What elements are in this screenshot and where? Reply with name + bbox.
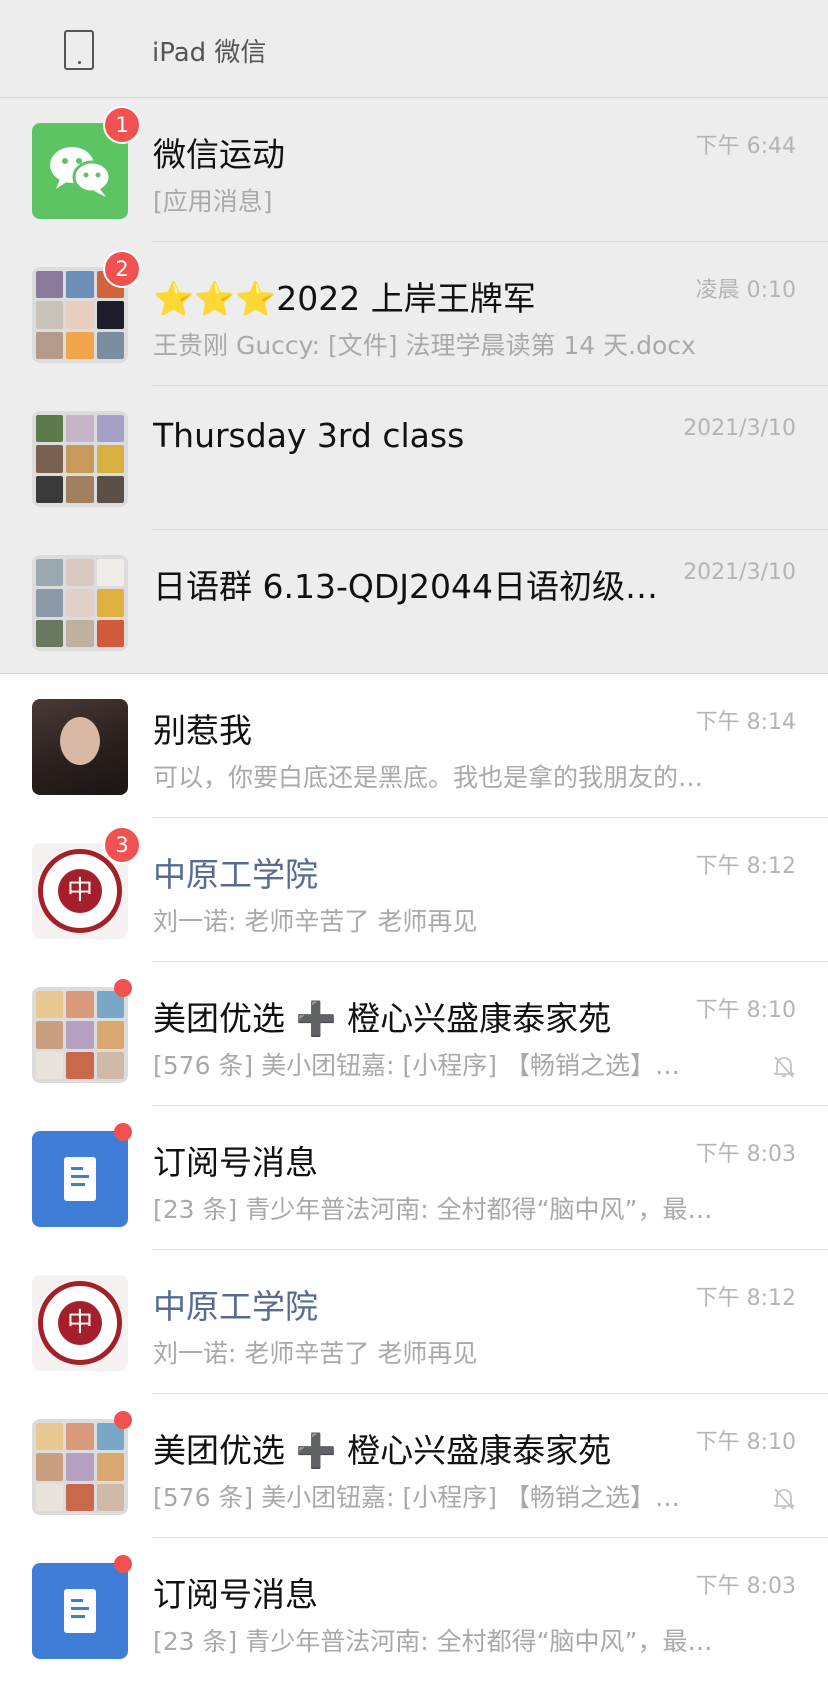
chat-preview: [576 条] 美小团钮嘉: [小程序] 【畅销之选】… <box>153 1483 680 1512</box>
group-avatar <box>32 987 128 1083</box>
chat-name: 日语群 6.13-QDJ2044日语初级… <box>153 567 658 606</box>
chat-row[interactable]: 中 3 中原工学院 下午 8:12 刘一诺: 老师辛苦了 老师再见 <box>0 818 828 962</box>
chat-preview: 刘一诺: 老师辛苦了 老师再见 <box>153 907 478 936</box>
chat-preview: 刘一诺: 老师辛苦了 老师再见 <box>153 1339 478 1368</box>
group-avatar <box>32 1419 128 1515</box>
chat-name: 微信运动 <box>153 135 285 174</box>
unread-badge: 3 <box>103 826 141 864</box>
chat-row[interactable]: 美团优选 ➕ 橙心兴盛康泰家苑 下午 8:10 [576 条] 美小团钮嘉: [… <box>0 1394 828 1538</box>
chat-time: 下午 8:12 <box>695 1286 796 1311</box>
chat-preview: [576 条] 美小团钮嘉: [小程序] 【畅销之选】… <box>153 1051 680 1080</box>
chat-row[interactable]: Thursday 3rd class 2021/3/10 <box>0 386 828 530</box>
ipad-wechat-label: iPad 微信 <box>152 38 267 68</box>
chat-preview: 王贵刚 Guccy: [文件] 法理学晨读第 14 天.docx <box>153 331 696 360</box>
unread-badge: 1 <box>103 106 141 144</box>
chat-name: 中原工学院 <box>153 1287 318 1326</box>
subscription-icon <box>32 1563 128 1659</box>
chat-time: 下午 8:10 <box>695 1430 796 1455</box>
chat-time: 下午 8:14 <box>695 710 796 735</box>
chat-row[interactable]: 中 中原工学院 下午 8:12 刘一诺: 老师辛苦了 老师再见 <box>0 1250 828 1394</box>
chat-name: 美团优选 ➕ 橙心兴盛康泰家苑 <box>153 999 612 1038</box>
chat-name: 中原工学院 <box>153 855 318 894</box>
ipad-wechat-bar[interactable]: iPad 微信 <box>0 0 828 98</box>
chat-name: 别惹我 <box>153 711 252 750</box>
mute-bell-icon <box>772 1488 796 1510</box>
chat-row[interactable]: 日语群 6.13-QDJ2044日语初级… 2021/3/10 <box>0 530 828 674</box>
chat-time: 下午 8:03 <box>695 1142 796 1167</box>
chat-name: 订阅号消息 <box>153 1143 318 1182</box>
chat-time: 凌晨 0:10 <box>695 278 796 303</box>
unread-dot <box>114 1555 132 1573</box>
university-seal-icon: 中 <box>32 1275 128 1371</box>
mute-bell-icon <box>772 1056 796 1078</box>
unread-dot <box>114 1411 132 1429</box>
group-avatar <box>32 555 128 651</box>
chat-row[interactable]: 1 微信运动 下午 6:44 [应用消息] <box>0 98 828 242</box>
chat-time: 下午 8:03 <box>695 1574 796 1599</box>
unread-dot <box>114 1123 132 1141</box>
tablet-icon <box>64 30 94 70</box>
contact-avatar <box>32 699 128 795</box>
chat-time: 下午 6:44 <box>695 134 796 159</box>
chat-preview: 可以，你要白底还是黑底。我也是拿的我朋友的… <box>153 763 704 792</box>
chat-row[interactable]: 2 ⭐⭐⭐2022 上岸王牌军 凌晨 0:10 王贵刚 Guccy: [文件] … <box>0 242 828 386</box>
unread-dot <box>114 979 132 997</box>
unread-badge: 2 <box>103 250 141 288</box>
chat-time: 2021/3/10 <box>683 560 796 585</box>
chat-preview: [23 条] 青少年普法河南: 全村都得“脑中风”，最… <box>153 1195 713 1224</box>
chat-row[interactable]: 别惹我 下午 8:14 可以，你要白底还是黑底。我也是拿的我朋友的… <box>0 674 828 818</box>
chat-row[interactable]: 美团优选 ➕ 橙心兴盛康泰家苑 下午 8:10 [576 条] 美小团钮嘉: [… <box>0 962 828 1106</box>
subscription-icon <box>32 1131 128 1227</box>
chat-time: 2021/3/10 <box>683 416 796 441</box>
chat-preview: [应用消息] <box>153 187 273 216</box>
chat-time: 下午 8:10 <box>695 998 796 1023</box>
chat-row[interactable]: 订阅号消息 下午 8:03 [23 条] 青少年普法河南: 全村都得“脑中风”，… <box>0 1106 828 1250</box>
chat-name: 订阅号消息 <box>153 1575 318 1614</box>
chat-list: iPad 微信 1 微信运动 下午 6:44 [应用消息] 2 ⭐⭐⭐2022 … <box>0 0 828 1682</box>
chat-name: 美团优选 ➕ 橙心兴盛康泰家苑 <box>153 1431 612 1470</box>
chat-name: Thursday 3rd class <box>153 416 465 455</box>
chat-name: ⭐⭐⭐2022 上岸王牌军 <box>153 279 536 318</box>
group-avatar <box>32 411 128 507</box>
chat-preview: [23 条] 青少年普法河南: 全村都得“脑中风”，最… <box>153 1627 713 1656</box>
chat-row[interactable]: 订阅号消息 下午 8:03 [23 条] 青少年普法河南: 全村都得“脑中风”，… <box>0 1538 828 1682</box>
chat-time: 下午 8:12 <box>695 854 796 879</box>
